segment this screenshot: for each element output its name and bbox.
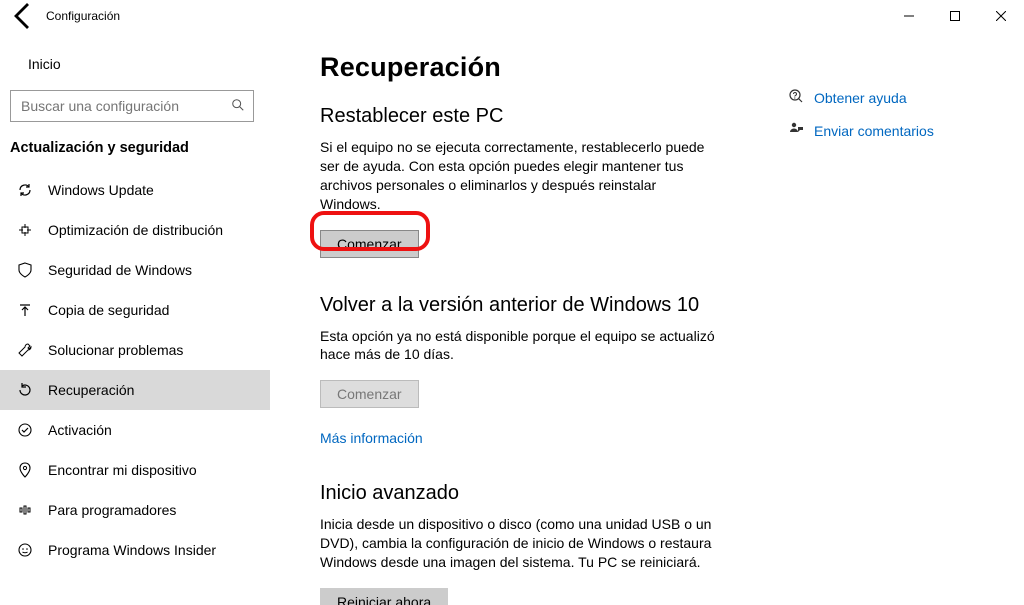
sidebar-item-label: Copia de seguridad xyxy=(48,302,169,318)
sidebar-home[interactable]: Inicio xyxy=(0,44,270,84)
page-title: Recuperación xyxy=(320,52,788,83)
wrench-icon xyxy=(16,342,34,358)
insider-icon xyxy=(16,542,34,558)
developers-icon xyxy=(16,502,34,518)
sidebar-item-troubleshoot[interactable]: Solucionar problemas xyxy=(0,330,270,370)
sidebar-item-label: Para programadores xyxy=(48,502,176,518)
search-box[interactable] xyxy=(10,90,254,122)
goback-more-info-link[interactable]: Más información xyxy=(320,430,423,446)
sidebar-item-find-my-device[interactable]: Encontrar mi dispositivo xyxy=(0,450,270,490)
advanced-restart-button[interactable]: Reiniciar ahora xyxy=(320,588,448,605)
help-link-label: Obtener ayuda xyxy=(814,90,907,106)
sidebar: Inicio Actualización y seguridad Windows… xyxy=(0,32,270,605)
section-reset: Restablecer este PC Si el equipo no se e… xyxy=(320,105,788,258)
main-content: Recuperación Restablecer este PC Si el e… xyxy=(270,32,788,605)
search-input[interactable] xyxy=(19,97,231,115)
activation-icon xyxy=(16,422,34,438)
reset-start-button[interactable]: Comenzar xyxy=(320,230,419,258)
feedback-link-label: Enviar comentarios xyxy=(814,123,934,139)
sidebar-item-for-developers[interactable]: Para programadores xyxy=(0,490,270,530)
sidebar-home-label: Inicio xyxy=(28,56,61,72)
sidebar-item-recovery[interactable]: Recuperación xyxy=(0,370,270,410)
delivery-icon xyxy=(16,222,34,238)
help-icon xyxy=(788,88,804,107)
sidebar-item-backup[interactable]: Copia de seguridad xyxy=(0,290,270,330)
feedback-icon xyxy=(788,121,804,140)
shield-icon xyxy=(16,262,34,278)
sidebar-section-title: Actualización y seguridad xyxy=(0,132,270,170)
sidebar-item-label: Recuperación xyxy=(48,382,134,398)
feedback-link-row[interactable]: Enviar comentarios xyxy=(788,121,1024,140)
sidebar-item-windows-security[interactable]: Seguridad de Windows xyxy=(0,250,270,290)
sidebar-item-label: Solucionar problemas xyxy=(48,342,183,358)
sidebar-item-label: Programa Windows Insider xyxy=(48,542,216,558)
help-link-row[interactable]: Obtener ayuda xyxy=(788,88,1024,107)
section-goback: Volver a la versión anterior de Windows … xyxy=(320,294,788,447)
sidebar-item-label: Optimización de distribución xyxy=(48,222,223,238)
sidebar-item-windows-update[interactable]: Windows Update xyxy=(0,170,270,210)
sidebar-item-delivery-optimization[interactable]: Optimización de distribución xyxy=(0,210,270,250)
minimize-button[interactable] xyxy=(886,0,932,32)
sync-icon xyxy=(16,182,34,198)
recovery-icon xyxy=(16,382,34,398)
sidebar-item-label: Seguridad de Windows xyxy=(48,262,192,278)
location-icon xyxy=(16,462,34,478)
right-rail: Obtener ayuda Enviar comentarios xyxy=(788,32,1024,605)
backup-icon xyxy=(16,302,34,318)
goback-start-button: Comenzar xyxy=(320,380,419,408)
reset-heading: Restablecer este PC xyxy=(320,105,788,128)
window-title: Configuración xyxy=(46,9,120,23)
maximize-button[interactable] xyxy=(932,0,978,32)
back-button[interactable] xyxy=(8,0,40,32)
close-button[interactable] xyxy=(978,0,1024,32)
sidebar-item-label: Encontrar mi dispositivo xyxy=(48,462,197,478)
advanced-body: Inicia desde un dispositivo o disco (com… xyxy=(320,515,720,572)
advanced-heading: Inicio avanzado xyxy=(320,482,788,505)
sidebar-item-windows-insider[interactable]: Programa Windows Insider xyxy=(0,530,270,570)
sidebar-item-label: Activación xyxy=(48,422,112,438)
goback-body: Esta opción ya no está disponible porque… xyxy=(320,327,720,365)
titlebar: Configuración xyxy=(0,0,1024,32)
sidebar-item-label: Windows Update xyxy=(48,182,154,198)
section-advanced: Inicio avanzado Inicia desde un disposit… xyxy=(320,482,788,605)
sidebar-item-activation[interactable]: Activación xyxy=(0,410,270,450)
reset-body: Si el equipo no se ejecuta correctamente… xyxy=(320,138,720,214)
goback-heading: Volver a la versión anterior de Windows … xyxy=(320,294,788,317)
search-icon xyxy=(231,98,245,115)
